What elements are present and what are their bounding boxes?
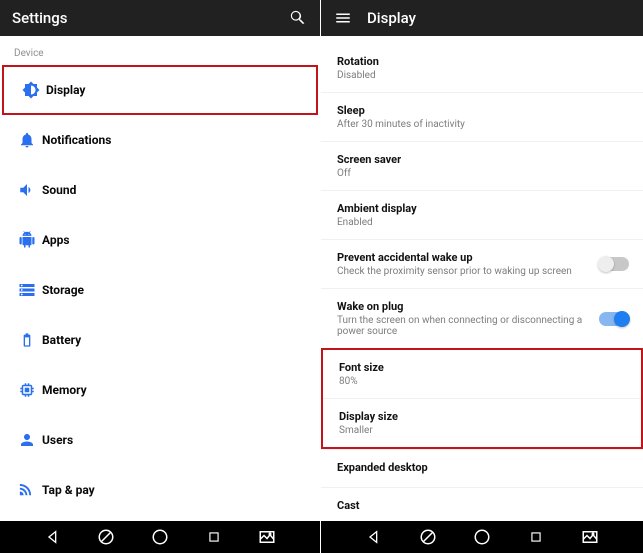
display-title: Display	[367, 9, 631, 27]
list-item-tap-pay[interactable]: Tap & pay	[0, 465, 320, 515]
settings-content[interactable]: Device Display Notifications Sound Apps	[0, 36, 320, 521]
item-display-size[interactable]: Display size Smaller	[323, 398, 641, 447]
item-title: Sleep	[337, 104, 627, 117]
item-sub: Disabled	[337, 70, 627, 81]
item-ambient-display[interactable]: Ambient display Enabled	[321, 190, 643, 239]
item-sub: 80%	[339, 376, 625, 387]
item-sleep[interactable]: Sleep After 30 minutes of inactivity	[321, 92, 643, 141]
section-device: Device	[0, 36, 320, 65]
item-label: Users	[42, 433, 73, 447]
item-rotation[interactable]: Rotation Disabled	[321, 44, 643, 92]
item-title: Wake on plug	[337, 300, 627, 313]
nav-bar	[0, 521, 320, 553]
item-label: Notifications	[42, 133, 111, 147]
nav-bar	[321, 521, 643, 553]
item-label: Apps	[42, 233, 70, 247]
item-sub: After 30 minutes of inactivity	[337, 119, 627, 130]
toggle-off[interactable]	[599, 257, 629, 271]
list-item-memory[interactable]: Memory	[0, 365, 320, 415]
item-label: Display	[46, 83, 85, 97]
item-sub: Smaller	[339, 425, 625, 436]
display-app-bar: Display	[321, 0, 643, 36]
list-item-users[interactable]: Users	[0, 415, 320, 465]
item-title: Font size	[339, 361, 625, 374]
item-sub: Off	[337, 168, 627, 179]
toggle-on[interactable]	[599, 312, 629, 326]
item-label: Storage	[42, 283, 84, 297]
item-title: Expanded desktop	[337, 461, 627, 474]
bell-icon	[12, 131, 42, 149]
item-cast[interactable]: Cast	[321, 487, 643, 521]
nav-screenshot-icon[interactable]	[258, 528, 276, 546]
settings-title: Settings	[12, 9, 274, 27]
highlight-box: Font size 80% Display size Smaller	[321, 348, 643, 449]
item-label: Battery	[42, 333, 81, 347]
nav-block-icon[interactable]	[97, 528, 115, 546]
list-item-notifications[interactable]: Notifications	[0, 115, 320, 165]
list-item-apps[interactable]: Apps	[0, 215, 320, 265]
tap-pay-icon	[12, 481, 42, 499]
item-wake-on-plug[interactable]: Wake on plug Turn the screen on when con…	[321, 288, 643, 348]
menu-icon[interactable]	[333, 8, 353, 28]
list-item-storage[interactable]: Storage	[0, 265, 320, 315]
list-item-sound[interactable]: Sound	[0, 165, 320, 215]
item-label: Memory	[42, 383, 87, 397]
volume-icon	[12, 181, 42, 199]
nav-home-icon[interactable]	[151, 528, 169, 546]
list-item-battery[interactable]: Battery	[0, 315, 320, 365]
item-title: Ambient display	[337, 202, 627, 215]
display-pane: Display Rotation Disabled Sleep After 30…	[321, 0, 643, 553]
battery-icon	[12, 332, 42, 348]
display-content[interactable]: Rotation Disabled Sleep After 30 minutes…	[321, 36, 643, 521]
search-icon[interactable]	[288, 8, 308, 28]
item-title: Screen saver	[337, 153, 627, 166]
nav-block-icon[interactable]	[419, 528, 437, 546]
nav-screenshot-icon[interactable]	[581, 528, 599, 546]
storage-icon	[12, 281, 42, 299]
users-icon	[12, 431, 42, 449]
item-title: Cast	[337, 499, 627, 512]
item-label: Tap & pay	[42, 483, 95, 497]
item-prevent-wake[interactable]: Prevent accidental wake up Check the pro…	[321, 239, 643, 288]
item-sub: Turn the screen on when connecting or di…	[337, 315, 627, 337]
settings-pane: Settings Device Display Notifications So…	[0, 0, 321, 553]
memory-icon	[12, 381, 42, 399]
item-font-size[interactable]: Font size 80%	[323, 350, 641, 398]
nav-back-icon[interactable]	[44, 528, 62, 546]
item-sub: Enabled	[337, 217, 627, 228]
nav-recents-icon[interactable]	[527, 528, 545, 546]
android-icon	[12, 231, 42, 249]
item-title: Display size	[339, 410, 625, 423]
item-title: Prevent accidental wake up	[337, 251, 627, 264]
item-sub: Check the proximity sensor prior to waki…	[337, 266, 627, 277]
nav-back-icon[interactable]	[365, 528, 383, 546]
nav-recents-icon[interactable]	[205, 528, 223, 546]
brightness-icon	[16, 81, 46, 99]
list-item-display[interactable]: Display	[2, 65, 318, 115]
item-label: Sound	[42, 183, 76, 197]
item-title: Rotation	[337, 55, 627, 68]
item-expanded-desktop[interactable]: Expanded desktop	[321, 449, 643, 487]
item-screen-saver[interactable]: Screen saver Off	[321, 141, 643, 190]
nav-home-icon[interactable]	[473, 528, 491, 546]
settings-app-bar: Settings	[0, 0, 320, 36]
